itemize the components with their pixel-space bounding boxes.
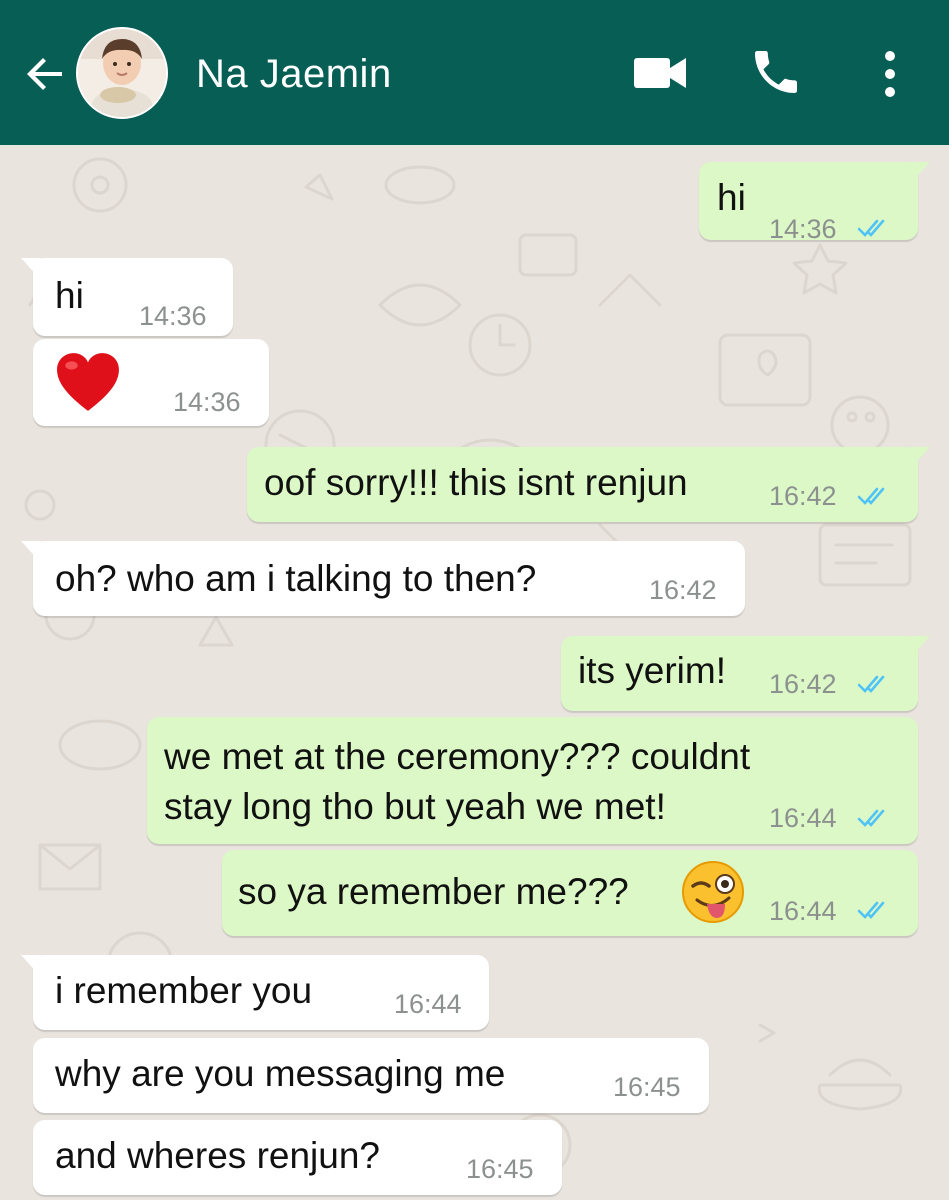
message-time: 14:36 bbox=[139, 301, 207, 331]
message-time: 14:36 bbox=[769, 214, 837, 244]
avatar-photo bbox=[78, 29, 166, 117]
message-text: and wheres renjun? bbox=[55, 1135, 380, 1176]
back-arrow-icon[interactable] bbox=[22, 50, 70, 98]
incoming-message[interactable]: why are you messaging me 16:45 bbox=[33, 1038, 709, 1113]
message-time: 16:42 bbox=[769, 481, 837, 511]
winking-face-with-tongue-emoji bbox=[682, 861, 744, 923]
outgoing-message[interactable]: so ya remember me??? 16:44 bbox=[222, 850, 918, 936]
message-text: why are you messaging me bbox=[55, 1053, 506, 1094]
video-call-icon[interactable] bbox=[632, 52, 688, 94]
message-text: so ya remember me??? bbox=[238, 871, 629, 912]
bubble-tail bbox=[910, 447, 930, 469]
bubble-tail bbox=[21, 955, 41, 977]
read-ticks-icon bbox=[857, 675, 885, 693]
red-heart-emoji bbox=[57, 353, 119, 411]
message-text-line-2: stay long tho but yeah we met! bbox=[164, 786, 666, 827]
read-ticks-icon bbox=[857, 219, 885, 237]
message-time: 14:36 bbox=[173, 387, 241, 417]
outgoing-message[interactable]: hi 14:36 bbox=[699, 162, 930, 244]
incoming-message[interactable]: oh? who am i talking to then? 16:42 bbox=[21, 541, 745, 616]
bubble-tail bbox=[910, 162, 930, 184]
read-ticks-icon bbox=[857, 809, 885, 827]
contact-avatar[interactable] bbox=[76, 27, 168, 119]
bubble-tail bbox=[910, 636, 930, 658]
message-time: 16:44 bbox=[394, 989, 462, 1019]
message-text: hi bbox=[55, 275, 84, 316]
message-time: 16:42 bbox=[649, 575, 717, 605]
chat-area[interactable]: hi 14:36 hi 14:36 14:36 oof sorry!!! thi… bbox=[0, 145, 949, 1200]
contact-name[interactable]: Na Jaemin bbox=[196, 52, 392, 97]
message-text: i remember you bbox=[55, 970, 313, 1011]
message-time: 16:45 bbox=[466, 1154, 534, 1184]
incoming-message[interactable]: 14:36 bbox=[33, 339, 269, 426]
message-time: 16:44 bbox=[769, 896, 837, 926]
bubble-tail bbox=[21, 541, 41, 563]
incoming-message[interactable]: hi 14:36 bbox=[21, 258, 233, 336]
outgoing-message[interactable]: its yerim! 16:42 bbox=[561, 636, 930, 711]
message-text: oof sorry!!! this isnt renjun bbox=[264, 462, 688, 503]
more-vert-icon[interactable] bbox=[876, 46, 904, 102]
phone-icon[interactable] bbox=[748, 44, 804, 100]
bubble-tail bbox=[21, 258, 41, 280]
read-ticks-icon bbox=[857, 901, 885, 919]
chat-header: Na Jaemin bbox=[0, 0, 949, 145]
outgoing-message[interactable]: oof sorry!!! this isnt renjun 16:42 bbox=[247, 447, 930, 522]
outgoing-message[interactable]: we met at the ceremony??? couldnt stay l… bbox=[147, 717, 918, 844]
message-text: its yerim! bbox=[578, 650, 726, 691]
message-time: 16:45 bbox=[613, 1072, 681, 1102]
message-time: 16:44 bbox=[769, 803, 837, 833]
message-text: hi bbox=[717, 177, 746, 218]
message-time: 16:42 bbox=[769, 669, 837, 699]
incoming-message[interactable]: i remember you 16:44 bbox=[21, 955, 489, 1030]
read-ticks-icon bbox=[857, 487, 885, 505]
message-text: oh? who am i talking to then? bbox=[55, 558, 537, 599]
message-text-line-1: we met at the ceremony??? couldnt bbox=[164, 736, 751, 777]
incoming-message[interactable]: and wheres renjun? 16:45 bbox=[33, 1120, 562, 1195]
